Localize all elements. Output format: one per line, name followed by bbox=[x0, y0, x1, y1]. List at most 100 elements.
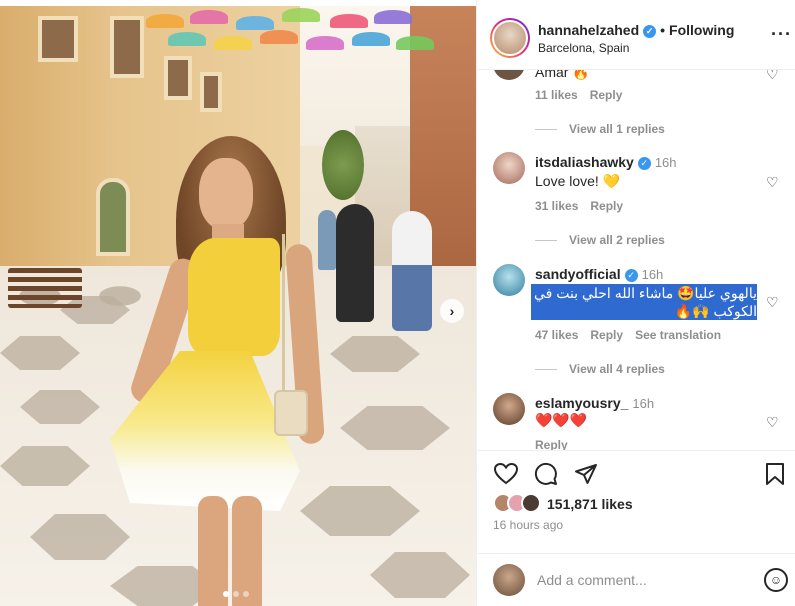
replies-line bbox=[535, 128, 557, 130]
replies-line bbox=[535, 368, 557, 370]
view-replies-label: View all 1 replies bbox=[569, 122, 665, 136]
photo-umbrella bbox=[396, 36, 434, 50]
reply-button[interactable]: Reply bbox=[535, 438, 568, 450]
comment-meta: 47 likes Reply See translation bbox=[535, 328, 733, 342]
comments-list[interactable]: Amar 🔥 ♡ 11 likes Reply View all 1 replie… bbox=[477, 70, 795, 450]
photo-window bbox=[200, 72, 222, 112]
comment-avatar[interactable] bbox=[493, 393, 525, 425]
photo-window bbox=[110, 16, 144, 78]
chevron-right-icon: › bbox=[449, 303, 455, 319]
reply-button[interactable]: Reply bbox=[590, 199, 623, 213]
heart-icon[interactable]: ♡ bbox=[766, 294, 780, 310]
photo-umbrella bbox=[146, 14, 184, 28]
author-username[interactable]: hannahelzahed bbox=[538, 22, 639, 38]
comment-meta: 11 likes Reply bbox=[535, 88, 634, 102]
current-user-avatar bbox=[493, 564, 525, 596]
author-avatar[interactable] bbox=[490, 18, 530, 58]
comment-time[interactable]: 16h bbox=[642, 267, 664, 282]
photo-passerby bbox=[318, 210, 336, 270]
comment-icon[interactable] bbox=[533, 461, 559, 487]
carousel-dot bbox=[223, 591, 229, 597]
verified-icon: ✓ bbox=[643, 24, 657, 38]
post-timestamp[interactable]: 16 hours ago bbox=[493, 518, 563, 532]
comment-text-selected: يالهوي عليا🤩 ماشاء الله احلي بنت في الكو… bbox=[531, 284, 757, 320]
heart-icon[interactable]: ♡ bbox=[766, 174, 780, 190]
comment-time[interactable]: 16h bbox=[655, 155, 677, 170]
photo-umbrella bbox=[168, 32, 206, 46]
comment-header: sandyofficial ✓ 16h bbox=[535, 266, 664, 283]
view-replies-label: View all 2 replies bbox=[569, 233, 665, 247]
photo-umbrella bbox=[374, 10, 412, 24]
comment-meta: 31 likes Reply bbox=[535, 199, 635, 213]
comment-avatar[interactable] bbox=[493, 70, 525, 80]
emoji-icon[interactable]: ☺ bbox=[764, 568, 788, 592]
view-replies[interactable]: View all 1 replies bbox=[535, 122, 665, 136]
add-comment-bar: ☺ bbox=[477, 553, 795, 606]
photo-umbrella bbox=[236, 16, 274, 30]
heart-icon[interactable]: ♡ bbox=[766, 414, 780, 430]
post-header: hannahelzahed ✓ • Following Barcelona, Spai… bbox=[477, 0, 795, 70]
photo-tree bbox=[322, 130, 364, 200]
comment-likes[interactable]: 47 likes bbox=[535, 328, 578, 342]
comment-username[interactable]: itsdaliashawky bbox=[535, 154, 634, 170]
comment-likes[interactable]: 11 likes bbox=[535, 88, 578, 102]
reply-button[interactable]: Reply bbox=[590, 328, 623, 342]
liker-avatars[interactable] bbox=[493, 493, 541, 513]
comment-username[interactable]: eslamyousry_ bbox=[535, 395, 628, 411]
photo-model-leg bbox=[232, 496, 262, 606]
comment-meta: Reply bbox=[535, 438, 580, 450]
carousel-next-button[interactable]: › bbox=[440, 299, 464, 323]
comment-likes[interactable]: 31 likes bbox=[535, 199, 578, 213]
view-replies[interactable]: View all 2 replies bbox=[535, 233, 665, 247]
author-avatar-image bbox=[492, 20, 528, 56]
photo-umbrella bbox=[214, 36, 252, 50]
comment-header: itsdaliashawky ✓ 16h bbox=[535, 154, 677, 171]
photo-umbrella bbox=[306, 36, 344, 50]
comment-text: Love love! 💛 bbox=[535, 173, 621, 189]
reply-button[interactable]: Reply bbox=[590, 88, 623, 102]
photo-model-leg bbox=[198, 496, 228, 606]
view-replies[interactable]: View all 4 replies bbox=[535, 362, 665, 376]
author-row: hannahelzahed ✓ • Following bbox=[538, 22, 734, 38]
photo-umbrella bbox=[352, 32, 390, 46]
comment-avatar[interactable] bbox=[493, 152, 525, 184]
more-options-icon[interactable]: ··· bbox=[771, 24, 792, 45]
comment-avatar[interactable] bbox=[493, 264, 525, 296]
replies-line bbox=[535, 239, 557, 241]
photo-doorway bbox=[96, 178, 130, 256]
carousel-dots bbox=[223, 591, 249, 597]
liker-avatar bbox=[521, 493, 541, 513]
photo-model-face bbox=[199, 158, 253, 230]
comment-text: Amar 🔥 bbox=[535, 70, 590, 80]
following-button[interactable]: Following bbox=[669, 22, 734, 38]
carousel-dot bbox=[233, 591, 239, 597]
header-separator: • bbox=[660, 22, 666, 38]
save-bookmark-icon[interactable] bbox=[762, 461, 788, 487]
photo-bag-strap bbox=[282, 234, 285, 394]
view-replies-label: View all 4 replies bbox=[569, 362, 665, 376]
post-photo[interactable]: › bbox=[0, 6, 476, 606]
likes-count[interactable]: 151,871 likes bbox=[547, 496, 633, 512]
comment-time[interactable]: 16h bbox=[632, 396, 654, 411]
post-location[interactable]: Barcelona, Spain bbox=[538, 41, 629, 55]
photo-bench bbox=[8, 268, 82, 308]
photo-model-dress bbox=[188, 238, 280, 356]
photo-umbrella bbox=[190, 10, 228, 24]
photo-passerby bbox=[336, 204, 374, 322]
share-send-icon[interactable] bbox=[573, 461, 599, 487]
heart-icon[interactable]: ♡ bbox=[766, 70, 780, 82]
see-translation-button[interactable]: See translation bbox=[635, 328, 721, 342]
photo-umbrella bbox=[282, 8, 320, 22]
photo-window bbox=[164, 56, 192, 100]
photo-passerby bbox=[392, 211, 432, 331]
photo-umbrella bbox=[260, 30, 298, 44]
post-side-panel: hannahelzahed ✓ • Following Barcelona, Spai… bbox=[476, 0, 795, 606]
add-comment-input[interactable] bbox=[537, 568, 757, 592]
comment-username[interactable]: sandyofficial bbox=[535, 266, 621, 282]
carousel-dot bbox=[243, 591, 249, 597]
verified-icon: ✓ bbox=[624, 269, 638, 283]
post-actions: 151,871 likes 16 hours ago ☺ bbox=[477, 450, 795, 606]
like-heart-icon[interactable] bbox=[493, 461, 519, 487]
verified-icon: ✓ bbox=[637, 157, 651, 171]
photo-window bbox=[38, 16, 78, 62]
